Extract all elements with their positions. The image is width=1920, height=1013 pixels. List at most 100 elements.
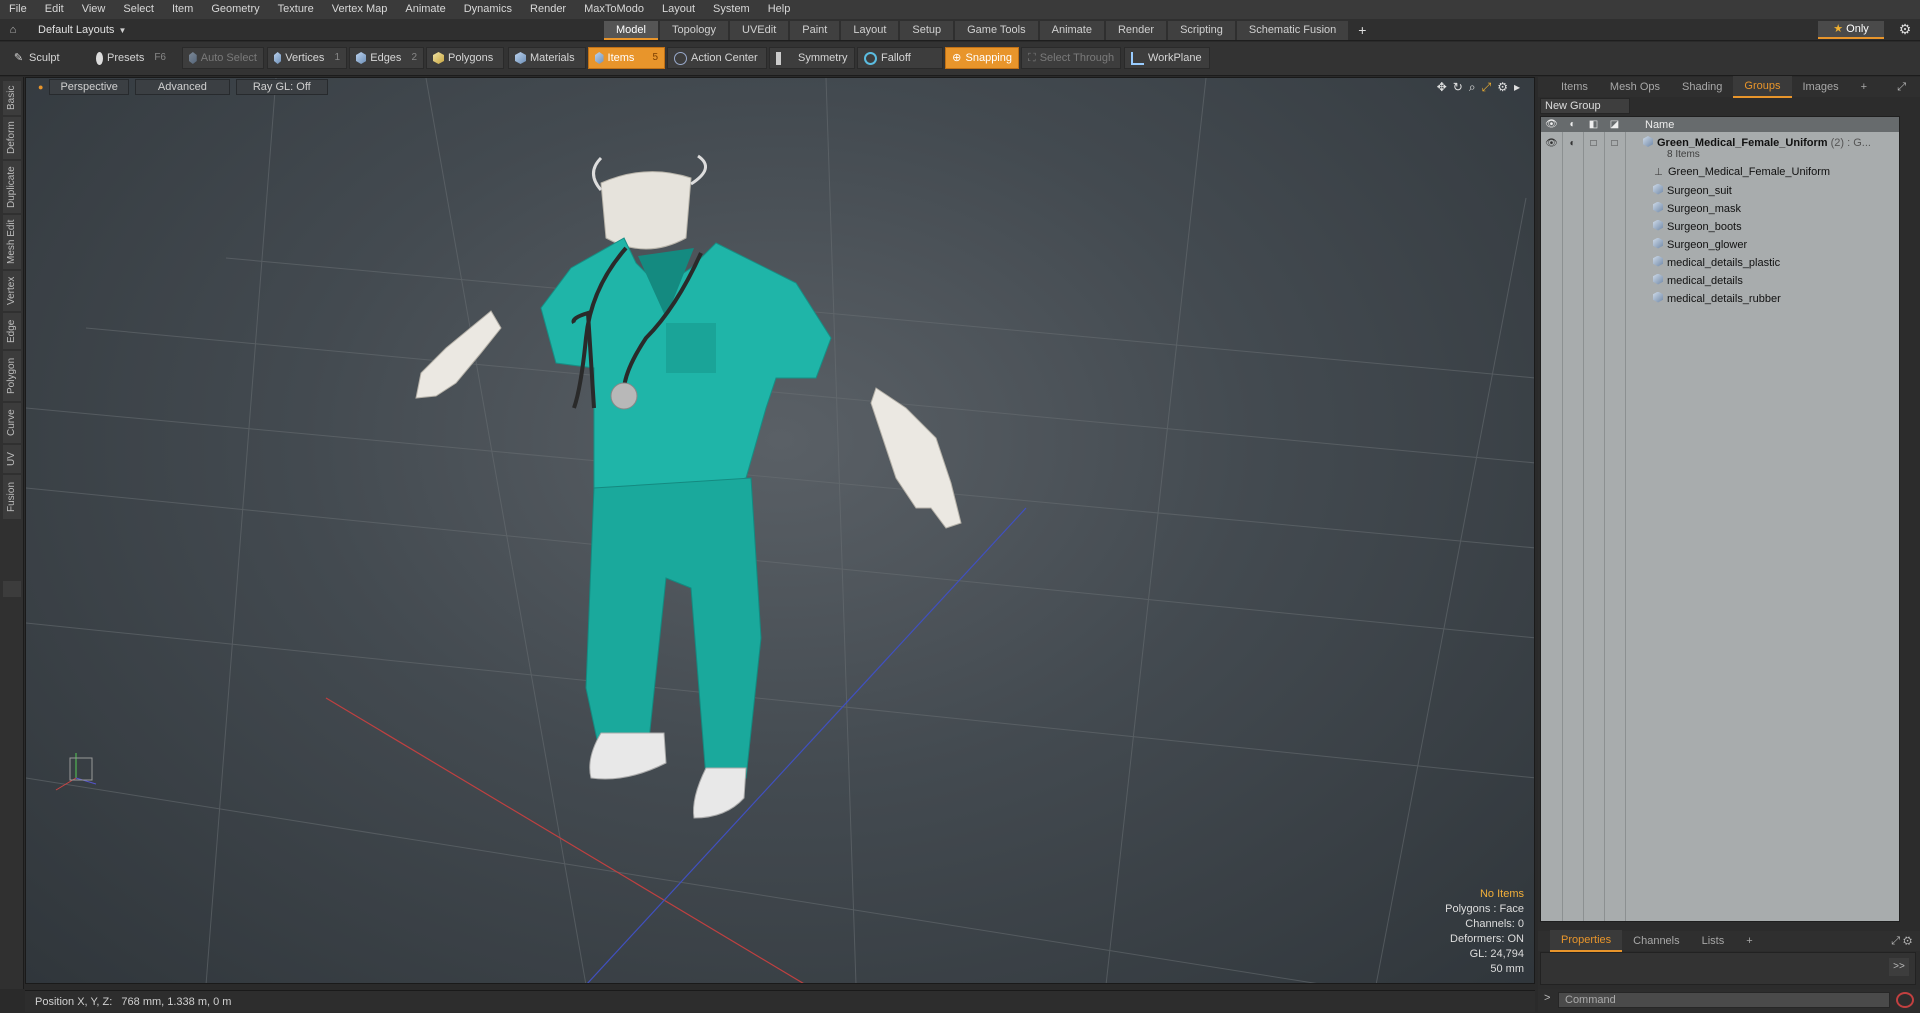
- action-center-button[interactable]: Action Center: [667, 47, 767, 69]
- 3d-viewport[interactable]: ● Perspective Advanced Ray GL: Off ✥ ↻ ⌕…: [25, 77, 1535, 984]
- list-item[interactable]: Surgeon_mask: [1541, 199, 1899, 217]
- strip-toggle[interactable]: [3, 581, 21, 597]
- only-button[interactable]: ★ Only: [1818, 21, 1884, 39]
- render-toggle-icon[interactable]: ◐: [1562, 138, 1583, 149]
- items-button[interactable]: Items 5: [588, 47, 665, 69]
- add-properties-tab-icon[interactable]: +: [1735, 931, 1763, 951]
- add-tab-icon[interactable]: +: [1350, 21, 1374, 40]
- vertices-button[interactable]: Vertices 1: [267, 47, 347, 69]
- menu-dynamics[interactable]: Dynamics: [455, 0, 521, 19]
- zoom-view-icon[interactable]: ⌕: [1469, 80, 1476, 95]
- tab-paint[interactable]: Paint: [790, 21, 840, 40]
- group-row[interactable]: 👁 ◐ □ □ Green_Medical_Female_Uniform (2)…: [1541, 134, 1899, 162]
- select-header-icon[interactable]: ◪: [1604, 119, 1625, 130]
- list-item[interactable]: Surgeon_boots: [1541, 217, 1899, 235]
- viewport-menu-icon[interactable]: ●: [38, 82, 43, 92]
- menu-layout[interactable]: Layout: [653, 0, 704, 19]
- tab-mesh-ops[interactable]: Mesh Ops: [1599, 77, 1671, 97]
- command-history-icon[interactable]: [1896, 992, 1914, 1008]
- visibility-header-icon[interactable]: 👁: [1541, 119, 1562, 130]
- tab-items[interactable]: Items: [1550, 77, 1599, 97]
- tab-lists[interactable]: Lists: [1691, 931, 1736, 951]
- tab-shading[interactable]: Shading: [1671, 77, 1733, 97]
- add-panel-tab-icon[interactable]: +: [1850, 77, 1878, 97]
- vtab-curve[interactable]: Curve: [3, 403, 21, 443]
- vtab-fusion[interactable]: Fusion: [3, 475, 21, 519]
- materials-button[interactable]: Materials: [508, 47, 586, 69]
- tab-topology[interactable]: Topology: [659, 21, 729, 40]
- name-column-header[interactable]: Name: [1645, 119, 1674, 131]
- menu-system[interactable]: System: [704, 0, 759, 19]
- tab-animate[interactable]: Animate: [1039, 21, 1104, 40]
- tab-channels[interactable]: Channels: [1622, 931, 1690, 951]
- vtab-basic[interactable]: Basic: [3, 81, 21, 115]
- polygons-button[interactable]: Polygons: [426, 47, 504, 69]
- tab-uvedit[interactable]: UVEdit: [730, 21, 789, 40]
- rotate-view-icon[interactable]: ↻: [1453, 80, 1463, 95]
- menu-view[interactable]: View: [73, 0, 115, 19]
- vtab-deform[interactable]: Deform: [3, 117, 21, 159]
- list-item[interactable]: ⊥ Green_Medical_Female_Uniform: [1541, 163, 1899, 181]
- menu-file[interactable]: File: [0, 0, 36, 19]
- lock-toggle-icon[interactable]: □: [1583, 138, 1604, 149]
- menu-texture[interactable]: Texture: [269, 0, 323, 19]
- snapping-button[interactable]: ⊕ Snapping: [945, 47, 1019, 69]
- vtab-duplicate[interactable]: Duplicate: [3, 161, 21, 213]
- more-options-button[interactable]: >>: [1889, 958, 1909, 976]
- menu-vertex-map[interactable]: Vertex Map: [323, 0, 397, 19]
- new-group-button[interactable]: New Group: [1540, 98, 1630, 114]
- falloff-button[interactable]: Falloff: [857, 47, 943, 69]
- move-view-icon[interactable]: ✥: [1437, 80, 1447, 95]
- menu-item[interactable]: Item: [163, 0, 202, 19]
- menu-render[interactable]: Render: [521, 0, 575, 19]
- select-through-button[interactable]: ⛶ Select Through: [1021, 47, 1121, 69]
- list-item[interactable]: medical_details_rubber: [1541, 289, 1899, 307]
- command-input[interactable]: Command: [1558, 992, 1890, 1008]
- menu-help[interactable]: Help: [759, 0, 800, 19]
- tab-scripting[interactable]: Scripting: [1168, 21, 1235, 40]
- render-header-icon[interactable]: ◐: [1562, 119, 1583, 130]
- presets-button[interactable]: Presets F6: [90, 47, 172, 69]
- tab-model[interactable]: Model: [604, 21, 658, 40]
- expand-properties-icon[interactable]: ⤢ ⚙: [1891, 935, 1912, 948]
- list-item[interactable]: Surgeon_glower: [1541, 235, 1899, 253]
- tab-game-tools[interactable]: Game Tools: [955, 21, 1038, 40]
- symmetry-button[interactable]: Symmetry: [769, 47, 855, 69]
- sculpt-button[interactable]: ✎ Sculpt: [6, 47, 74, 69]
- fit-view-icon[interactable]: ⤢: [1482, 80, 1492, 95]
- tab-setup[interactable]: Setup: [900, 21, 954, 40]
- groups-outliner[interactable]: 👁 ◐ ◧ ◪ Name 👁 ◐ □ □ Green_Medical_Femal…: [1540, 116, 1900, 922]
- layout-selector[interactable]: ⌂ Default Layouts ▼: [0, 19, 127, 41]
- tab-layout[interactable]: Layout: [841, 21, 899, 40]
- view-type-button[interactable]: Perspective: [49, 79, 129, 95]
- tab-schematic-fusion[interactable]: Schematic Fusion: [1236, 21, 1349, 40]
- vtab-vertex[interactable]: Vertex: [3, 271, 21, 311]
- workplane-button[interactable]: WorkPlane: [1124, 47, 1210, 69]
- vtab-uv[interactable]: UV: [3, 445, 21, 473]
- menu-select[interactable]: Select: [114, 0, 163, 19]
- tab-render[interactable]: Render: [1105, 21, 1167, 40]
- list-item[interactable]: Surgeon_suit: [1541, 181, 1899, 199]
- tab-images[interactable]: Images: [1792, 77, 1850, 97]
- vtab-polygon[interactable]: Polygon: [3, 351, 21, 401]
- menu-maxtomodo[interactable]: MaxToModo: [575, 0, 653, 19]
- view-more-icon[interactable]: ▸: [1514, 80, 1520, 95]
- shading-mode-button[interactable]: Advanced: [134, 79, 230, 95]
- vtab-mesh-edit[interactable]: Mesh Edit: [3, 215, 21, 269]
- layout-home-icon[interactable]: ⌂: [0, 24, 26, 36]
- lock-header-icon[interactable]: ◧: [1583, 119, 1604, 130]
- tab-groups[interactable]: Groups: [1733, 76, 1792, 98]
- tab-properties[interactable]: Properties: [1550, 930, 1623, 952]
- visibility-toggle-icon[interactable]: 👁: [1541, 138, 1562, 149]
- auto-select-button[interactable]: Auto Select: [182, 47, 264, 69]
- menu-geometry[interactable]: Geometry: [202, 0, 268, 19]
- vtab-edge[interactable]: Edge: [3, 313, 21, 349]
- edges-button[interactable]: Edges 2: [349, 47, 424, 69]
- menu-edit[interactable]: Edit: [36, 0, 73, 19]
- menu-animate[interactable]: Animate: [396, 0, 454, 19]
- list-item[interactable]: medical_details: [1541, 271, 1899, 289]
- view-settings-icon[interactable]: ⚙: [1497, 80, 1508, 95]
- gear-icon[interactable]: ⚙: [1896, 21, 1914, 39]
- raygl-button[interactable]: Ray GL: Off: [235, 79, 328, 95]
- select-toggle-icon[interactable]: □: [1604, 138, 1625, 149]
